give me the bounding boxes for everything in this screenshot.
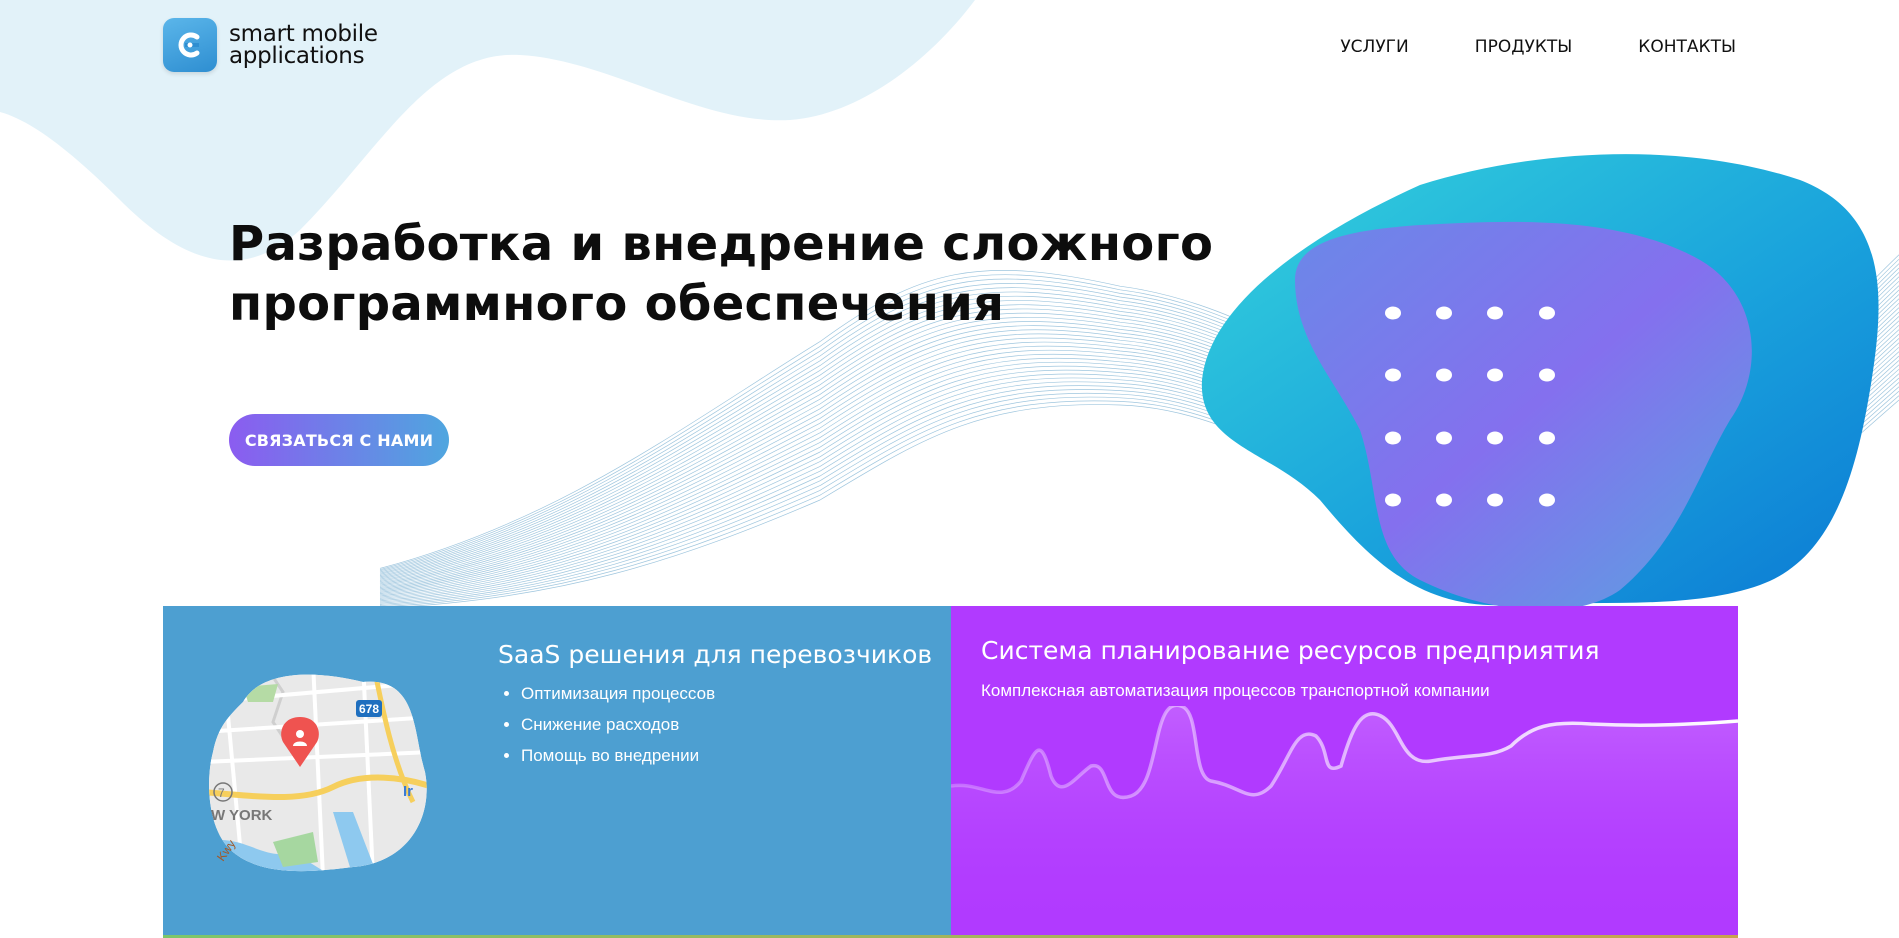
brand-name: smart mobile applications [229,21,378,69]
erp-card-title: Система планирование ресурсов предприяти… [981,636,1600,665]
saas-card[interactable]: 678 W YORK 7 Ir Kwy SaaS решения для пер… [163,606,951,938]
saas-card-title: SaaS решения для перевозчиков [498,640,933,669]
map-partial-label-left: 7 [218,786,225,800]
hero-title-line2: программного обеспечения [229,276,1005,332]
nav-link-services[interactable]: УСЛУГИ [1340,37,1408,57]
hero-title-line1: Разработка и внедрение сложного [229,216,1214,272]
brand-name-line1: smart mobile [229,21,378,47]
main-nav: УСЛУГИ ПРОДУКТЫ КОНТАКТЫ [1340,37,1736,57]
nav-link-contacts[interactable]: КОНТАКТЫ [1638,37,1736,57]
map-city-label: W YORK [211,807,273,824]
feature-item: Помощь во внедрении [521,746,715,766]
brand-name-line2: applications [229,43,365,69]
map-highway-label: 678 [359,702,379,716]
map-partial-label-right: Ir [403,783,413,800]
feature-item: Снижение расходов [521,715,715,735]
contact-us-button[interactable]: СВЯЗАТЬСЯ С НАМИ [229,414,449,466]
map-illustration: 678 W YORK 7 Ir Kwy [203,662,433,882]
erp-card-subtitle: Комплексная автоматизация процессов тран… [981,681,1490,700]
feature-item: Оптимизация процессов [521,684,715,704]
brand-logo[interactable]: smart mobile applications [163,18,378,72]
app-logo-icon [163,18,217,72]
erp-card[interactable]: Система планирование ресурсов предприяти… [951,606,1738,938]
erp-wave-graphic [951,706,1738,938]
saas-card-features: Оптимизация процессов Снижение расходов … [499,684,715,777]
hero-title: Разработка и внедрение сложного программ… [229,214,1229,334]
nav-link-products[interactable]: ПРОДУКТЫ [1475,37,1573,57]
